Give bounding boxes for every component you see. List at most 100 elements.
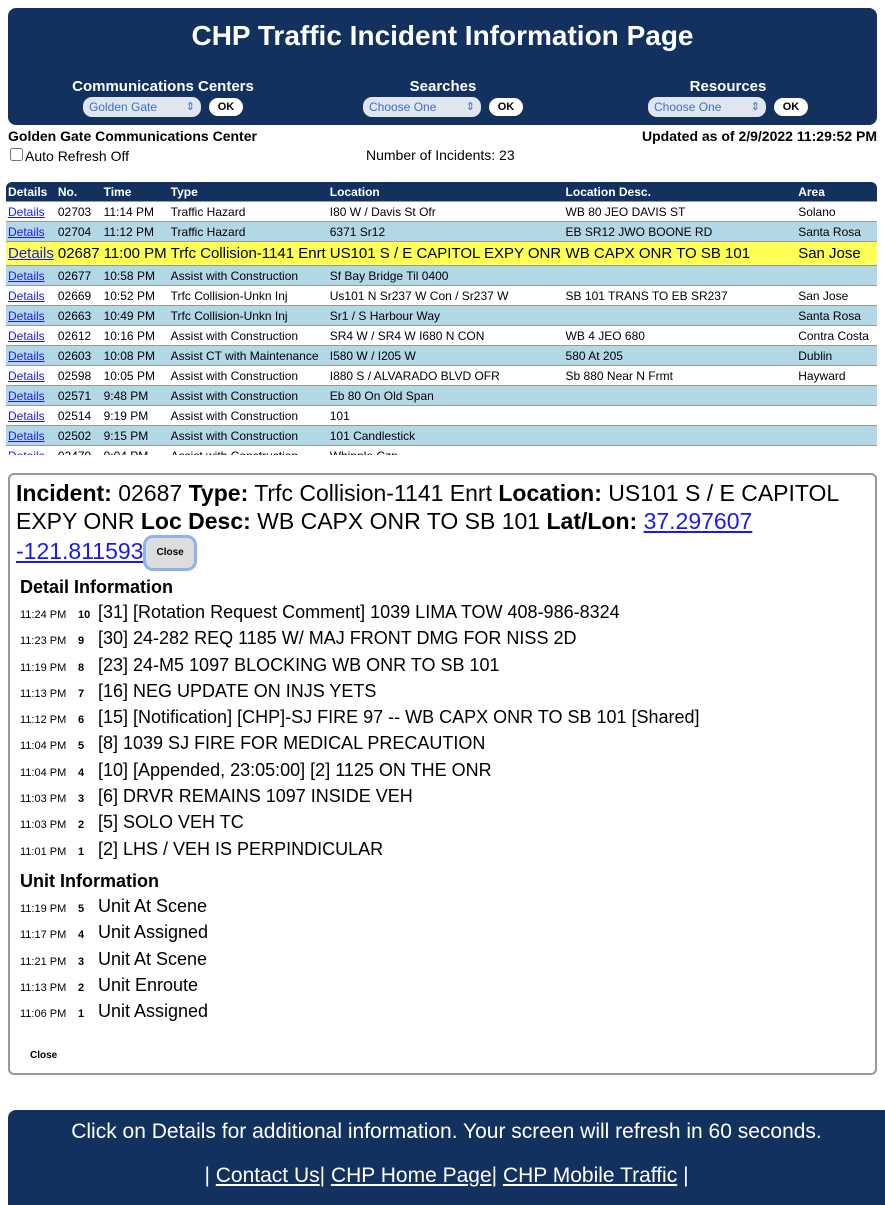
cell-type: Trfc Collision-Unkn Inj [168, 305, 328, 326]
searches-select[interactable]: Choose One [363, 97, 481, 117]
cell-no: 02571 [55, 385, 102, 406]
cell-area: San Jose [796, 285, 877, 306]
group-label: Searches [409, 78, 477, 95]
cell-location-desc [563, 425, 797, 446]
bottom-close-button[interactable]: Close [30, 1050, 57, 1061]
cell-location-desc [563, 385, 797, 406]
footer-message: Click on Details for additional informat… [71, 1120, 822, 1143]
cell-location: I880 S / ALVARADO BLVD OFR [327, 365, 564, 386]
cell-no: 02669 [55, 285, 102, 306]
details-link[interactable]: Details [8, 329, 45, 343]
detail-entry: 11:01 PM 1 [2] LHS / VEH IS PERPINDICULAR [16, 839, 869, 865]
details-link[interactable]: Details [8, 269, 45, 283]
type-label: Type: [188, 480, 249, 506]
entry-number: 5 [78, 740, 85, 753]
unit-heading: Unit Information [20, 870, 159, 891]
details-link[interactable]: Details [8, 205, 45, 219]
cell-type: Assist with Construction [168, 425, 328, 446]
latlon-label: Lat/Lon: [546, 508, 638, 534]
table-row: Details 02677 10:58 PM Assist with Construc… [6, 265, 877, 286]
cell-details: Details [6, 221, 56, 242]
updated-timestamp: Updated as of 2/9/2022 11:29:52 PM [642, 128, 877, 144]
column-header: Area [796, 182, 877, 202]
cell-time: 10:16 PM [101, 325, 169, 346]
cell-time: 11:14 PM [101, 201, 169, 222]
entry-text: Unit At Scene [98, 948, 208, 969]
detail-entry: 11:12 PM 6 [15] [Notification] [CHP]-SJ FI… [16, 707, 869, 733]
entry-time: 11:21 PM [20, 955, 67, 968]
table-row: Details 02598 10:05 PM Assist with Construc… [6, 365, 877, 386]
cell-time: 10:49 PM [101, 305, 169, 326]
cell-area: San Jose [796, 241, 877, 266]
cell-location-desc [563, 445, 797, 455]
cell-area: Hayward [796, 365, 877, 386]
auto-refresh-checkbox[interactable] [10, 148, 23, 161]
comm-center-ok-button[interactable]: OK [209, 98, 243, 116]
resources-group: Resources Choose One OK [628, 78, 828, 117]
searches-ok-button[interactable]: OK [489, 98, 523, 116]
center-name: Golden Gate Communications Center [8, 128, 257, 144]
cell-type: Assist with Construction [168, 265, 328, 286]
unit-entry: 11:13 PM 2 Unit Enroute [16, 975, 869, 1001]
cell-area: Solano [796, 201, 877, 222]
table-row: Details 02603 10:08 PM Assist CT with Maint… [6, 345, 877, 366]
cell-type: Trfc Collision-Unkn Inj [168, 285, 328, 306]
incident-type: Trfc Collision-1141 Enrt [254, 480, 492, 506]
cell-time: 9:04 PM [101, 445, 169, 455]
entry-time: 11:04 PM [20, 766, 67, 779]
incident-count: Number of Incidents: 23 [366, 147, 515, 163]
entry-time: 11:01 PM [20, 845, 67, 858]
entry-time: 11:06 PM [20, 1008, 67, 1021]
detail-entry: 11:04 PM 5 [8] 1039 SJ FIRE FOR MEDICAL PR… [16, 733, 869, 759]
chp-home-link[interactable]: CHP Home Page [331, 1164, 492, 1187]
cell-area [796, 265, 877, 286]
cell-time: 9:15 PM [101, 425, 169, 446]
resources-select[interactable]: Choose One [648, 97, 766, 117]
close-button[interactable]: Close [143, 535, 197, 571]
entry-number: 8 [78, 661, 85, 674]
table-row: Details 02669 10:52 PM Trfc Collision-Unkn … [6, 285, 877, 306]
details-link[interactable]: Details [8, 369, 45, 383]
auto-refresh-toggle[interactable]: Auto Refresh Off [8, 148, 129, 164]
entry-number: 4 [78, 766, 85, 779]
cell-details: Details [6, 241, 56, 266]
resources-ok-button[interactable]: OK [774, 98, 808, 116]
cell-location-desc: 580 At 205 [563, 345, 797, 366]
details-link[interactable]: Details [8, 245, 54, 262]
detail-entry: 11:24 PM 10 [31] [Rotation Request Comment… [16, 602, 869, 628]
entry-number: 5 [78, 902, 85, 915]
cell-location: Sr1 / S Harbour Way [327, 305, 564, 326]
contact-us-link[interactable]: Contact Us [216, 1164, 320, 1187]
cell-location-desc: Sb 880 Near N Frmt [563, 365, 797, 386]
cell-time: 10:58 PM [101, 265, 169, 286]
details-link[interactable]: Details [8, 429, 45, 443]
incident-number: 02687 [118, 480, 183, 506]
entry-text: [16] NEG UPDATE ON INJS YETS [98, 680, 377, 701]
column-header: Time [101, 182, 169, 202]
cell-details: Details [6, 385, 56, 406]
cell-type: Traffic Hazard [168, 221, 328, 242]
cell-time: 11:12 PM [101, 221, 169, 242]
entry-number: 9 [78, 635, 85, 648]
cell-details: Details [6, 305, 56, 326]
cell-time: 9:19 PM [101, 405, 169, 426]
details-link[interactable]: Details [8, 409, 45, 423]
details-link[interactable]: Details [8, 349, 45, 363]
details-link[interactable]: Details [8, 389, 45, 403]
cell-area [796, 385, 877, 406]
location-label: Location: [498, 480, 602, 506]
details-link[interactable]: Details [8, 289, 45, 303]
comm-center-select[interactable]: Golden Gate [83, 97, 201, 117]
cell-no: 02502 [55, 425, 102, 446]
cell-area [796, 425, 877, 446]
entry-number: 3 [78, 793, 85, 806]
incident-summary: Incident: 02687 Type: Trfc Collision-114… [16, 479, 869, 571]
cell-location: SR4 W / SR4 W I680 N CON [327, 325, 564, 346]
detail-entry: 11:04 PM 4 [10] [Appended, 23:05:00] [2] 1… [16, 760, 869, 786]
entry-number: 10 [78, 609, 91, 621]
details-link[interactable]: Details [8, 449, 45, 456]
details-link[interactable]: Details [8, 225, 45, 239]
cell-type: Assist with Construction [168, 385, 328, 406]
chp-mobile-traffic-link[interactable]: CHP Mobile Traffic [503, 1164, 677, 1187]
details-link[interactable]: Details [8, 309, 45, 323]
